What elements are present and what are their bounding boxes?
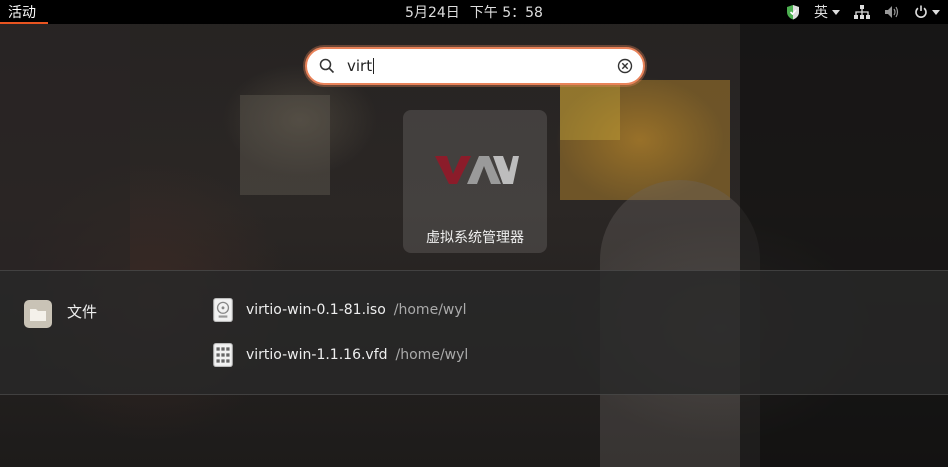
binary-file-icon — [213, 343, 233, 367]
provider-label: 文件 — [67, 303, 98, 321]
activities-button[interactable]: 活动 — [0, 0, 48, 24]
virt-manager-logo-icon — [435, 156, 519, 184]
top-bar: 活动 5月24日 下午 5：58 英 — [0, 0, 948, 24]
search-input[interactable]: virt — [305, 47, 645, 85]
search-query: virt — [347, 57, 375, 75]
clear-search-icon[interactable] — [617, 58, 633, 74]
clock-date: 5月24日 — [405, 5, 460, 21]
app-label: 虚拟系统管理器 — [426, 230, 524, 246]
chevron-down-icon — [932, 9, 940, 15]
file-result[interactable]: virtio-win-1.1.16.vfd /home/wyl — [212, 342, 468, 368]
file-path: /home/wyl — [393, 302, 467, 318]
input-method-label: 英 — [814, 5, 828, 21]
file-name: virtio-win-0.1-81.iso — [246, 302, 386, 318]
search-icon — [319, 58, 335, 74]
system-tray: 英 — [786, 0, 940, 24]
file-name: virtio-win-1.1.16.vfd — [246, 347, 388, 363]
network-icon[interactable] — [854, 5, 870, 19]
file-path: /home/wyl — [395, 347, 469, 363]
search-provider-files: 文件 virtio-win-0.1-81.iso /home/wyl virti… — [0, 270, 948, 395]
app-result-virt-manager[interactable]: 虚拟系统管理器 — [403, 110, 547, 253]
security-shield-icon[interactable] — [786, 4, 800, 20]
activities-indicator — [0, 22, 48, 24]
files-folder-icon[interactable] — [24, 300, 52, 328]
activities-label: 活动 — [8, 5, 36, 21]
clock-time: 下午 5：58 — [469, 5, 543, 21]
disc-image-icon — [213, 298, 233, 322]
power-menu[interactable] — [914, 5, 940, 19]
file-result[interactable]: virtio-win-0.1-81.iso /home/wyl — [212, 297, 467, 323]
chevron-down-icon — [832, 9, 840, 15]
volume-muted-icon[interactable] — [884, 5, 900, 19]
power-icon — [915, 5, 927, 18]
input-method-menu[interactable]: 英 — [814, 2, 840, 22]
